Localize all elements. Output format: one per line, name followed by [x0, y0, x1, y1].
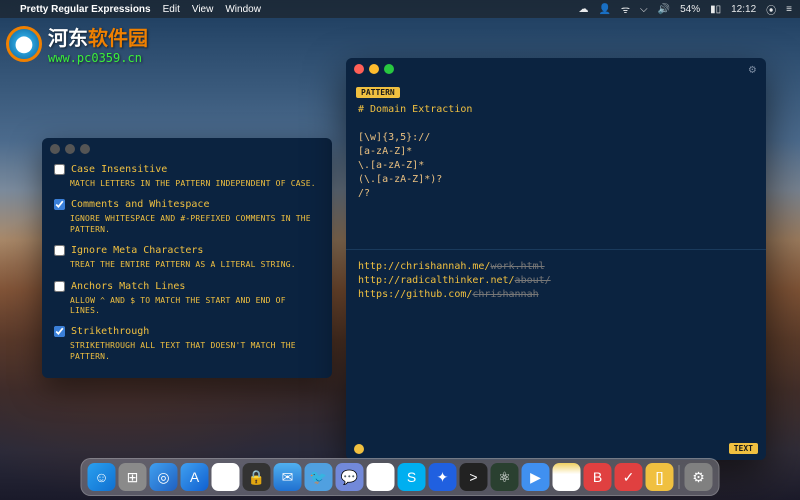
option-label[interactable]: Case Insensitive [54, 164, 320, 175]
dock-app-todoist[interactable]: ✓ [615, 463, 643, 491]
dock-app-safari[interactable]: ◎ [150, 463, 178, 491]
notifications-icon[interactable]: ≡ [786, 4, 792, 15]
spotlight-icon[interactable]: ⦿ [766, 2, 776, 17]
window-controls [346, 58, 402, 80]
option-row: Case Insensitive [42, 160, 332, 177]
dock-app-settings[interactable]: ⚙ [685, 463, 713, 491]
menubar: Pretty Regular Expressions Edit View Win… [0, 0, 800, 18]
dock-app-1password[interactable]: 🔒 [243, 463, 271, 491]
watermark: ⬤ 河东软件园 www.pc0359.cn [6, 22, 148, 65]
test-line: https://github.com/chrishannah [358, 288, 754, 302]
option-description: Allow ^ and $ to match the start and end… [42, 294, 332, 323]
option-label[interactable]: Strikethrough [54, 326, 320, 337]
minimize-button[interactable] [369, 64, 379, 74]
volume-icon[interactable]: 🔊 [658, 4, 670, 15]
option-checkbox[interactable] [54, 245, 65, 256]
option-row: Anchors Match Lines [42, 277, 332, 294]
option-description: Strikethrough all text that doesn't matc… [42, 339, 332, 368]
watermark-url: www.pc0359.cn [48, 51, 148, 65]
menu-edit[interactable]: Edit [163, 4, 180, 15]
dock-separator [679, 465, 680, 489]
option-description: Ignore whitespace and #-prefixed comment… [42, 212, 332, 241]
pattern-input[interactable]: # Domain Extraction [\w]{3,5}:// [a-zA-Z… [346, 99, 766, 249]
dock-app-xcode[interactable]: ▶ [522, 463, 550, 491]
clock[interactable]: 12:12 [731, 4, 756, 15]
option-description: Match letters in the pattern independent… [42, 177, 332, 195]
status-dot-icon [354, 444, 364, 454]
dock-app-tweetbot[interactable]: 🐦 [305, 463, 333, 491]
close-button[interactable] [354, 64, 364, 74]
dock-app-finder[interactable]: ☺ [88, 463, 116, 491]
test-line: http://radicalthinker.net/about/ [358, 274, 754, 288]
dock-app-bear[interactable]: B [584, 463, 612, 491]
dock-app-atom[interactable]: ⚛ [491, 463, 519, 491]
editor-window: ⚙ PATTERN # Domain Extraction [\w]{3,5}:… [346, 58, 766, 460]
option-checkbox[interactable] [54, 326, 65, 337]
editor-titlebar: ⚙ [346, 58, 766, 80]
watermark-logo-icon: ⬤ [6, 26, 42, 62]
pattern-badge: PATTERN [356, 87, 400, 98]
menu-view[interactable]: View [192, 4, 214, 15]
dock-app-discord[interactable]: 💬 [336, 463, 364, 491]
option-title: Comments and Whitespace [71, 199, 209, 210]
dock-app-terminal[interactable]: > [460, 463, 488, 491]
option-checkbox[interactable] [54, 199, 65, 210]
option-label[interactable]: Anchors Match Lines [54, 281, 320, 292]
test-text-input[interactable]: http://chrishannah.me/work.htmlhttp://ra… [346, 250, 766, 439]
dock-app-slack[interactable]: ✱ [367, 463, 395, 491]
option-description: Treat the entire pattern as a literal st… [42, 258, 332, 276]
watermark-title: 河东软件园 [48, 22, 148, 51]
option-title: Strikethrough [71, 326, 149, 337]
bluetooth-icon[interactable]: ⌵ [640, 4, 648, 15]
close-button[interactable] [50, 144, 60, 154]
option-label[interactable]: Ignore Meta Characters [54, 245, 320, 256]
test-line: http://chrishannah.me/work.html [358, 260, 754, 274]
app-menu[interactable]: Pretty Regular Expressions [20, 4, 151, 15]
option-label[interactable]: Comments and Whitespace [54, 199, 320, 210]
zoom-button[interactable] [80, 144, 90, 154]
dock-app-mail[interactable]: ✉ [274, 463, 302, 491]
option-title: Ignore Meta Characters [71, 245, 203, 256]
option-title: Anchors Match Lines [71, 281, 185, 292]
text-badge: TEXT [729, 443, 758, 454]
option-row: Ignore Meta Characters [42, 241, 332, 258]
option-title: Case Insensitive [71, 164, 167, 175]
zoom-button[interactable] [384, 64, 394, 74]
option-row: Strikethrough [42, 322, 332, 339]
dock: ☺⊞◎A◉🔒✉🐦💬✱S✦>⚛▶≡B✓[] ⚙ [81, 458, 720, 496]
dock-app-pretty-regex[interactable]: [] [646, 463, 674, 491]
dock-app-appstore[interactable]: A [181, 463, 209, 491]
wifi-icon[interactable]: ᯤ [621, 2, 630, 16]
option-checkbox[interactable] [54, 164, 65, 175]
battery-percent[interactable]: 54% [680, 4, 700, 15]
user-icon[interactable]: 👤 [598, 4, 610, 15]
dock-app-spark[interactable]: ✦ [429, 463, 457, 491]
cloud-icon[interactable]: ☁ [578, 4, 588, 15]
minimize-button[interactable] [65, 144, 75, 154]
options-panel: Case Insensitive Match letters in the pat… [42, 138, 332, 378]
option-checkbox[interactable] [54, 281, 65, 292]
dock-app-notes[interactable]: ≡ [553, 463, 581, 491]
dock-app-skype[interactable]: S [398, 463, 426, 491]
menu-window[interactable]: Window [225, 4, 261, 15]
dock-app-chrome[interactable]: ◉ [212, 463, 240, 491]
dock-app-launchpad[interactable]: ⊞ [119, 463, 147, 491]
window-controls [42, 138, 332, 160]
battery-icon[interactable]: ▮▯ [710, 4, 721, 15]
option-row: Comments and Whitespace [42, 195, 332, 212]
gear-icon[interactable]: ⚙ [749, 62, 756, 76]
